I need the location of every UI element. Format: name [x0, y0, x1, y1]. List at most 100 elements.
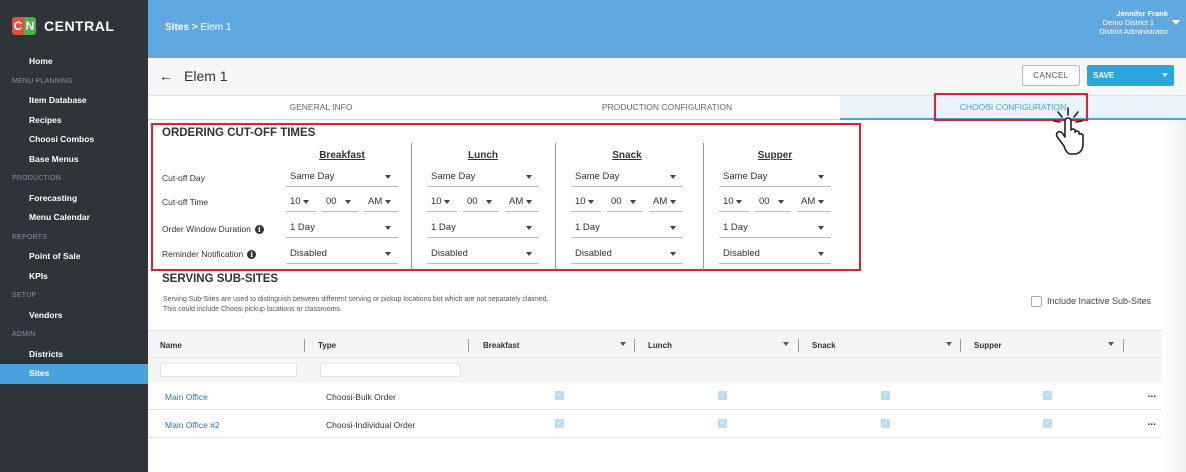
cutoff-day-select-breakfast[interactable]: Same Day	[286, 167, 398, 187]
page-header: ← Elem 1 CANCEL SAVE	[148, 58, 1186, 96]
sidebar-section-label: PRODUCTION	[12, 175, 62, 182]
cutoff-ampm-select-supper[interactable]: AM	[797, 192, 831, 212]
reminder-select-snack[interactable]: Disabled	[571, 244, 683, 264]
col-header-snack[interactable]: Snack	[812, 341, 836, 350]
sidebar-item-home[interactable]: Home	[0, 52, 148, 72]
cutoff-minute-select-supper[interactable]: 00	[755, 192, 791, 212]
subsite-name-link[interactable]: Main Office	[165, 392, 208, 402]
sidebar-item-districts[interactable]: Districts	[0, 345, 148, 365]
column-divider	[411, 143, 412, 270]
meal-checkbox[interactable]: ✓	[1043, 391, 1052, 400]
sidebar-item-vendors[interactable]: Vendors	[0, 306, 148, 326]
col-header-type[interactable]: Type	[318, 341, 336, 350]
sidebar-item-kpis[interactable]: KPIs	[0, 267, 148, 287]
sidebar-item-recipes[interactable]: Recipes	[0, 111, 148, 131]
col-header-breakfast[interactable]: Breakfast	[483, 341, 519, 350]
cutoff-day-select-supper[interactable]: Same Day	[719, 167, 831, 187]
filter-caret-icon[interactable]	[946, 342, 952, 346]
meal-checkbox[interactable]: ✓	[1043, 419, 1052, 428]
sidebar-item-point-of-sale[interactable]: Point of Sale	[0, 247, 148, 267]
col-header-lunch[interactable]: Lunch	[648, 341, 672, 350]
cutoff-day-select-snack[interactable]: Same Day	[571, 167, 683, 187]
filter-caret-icon[interactable]	[783, 342, 789, 346]
cutoff-minute-select-snack[interactable]: 00	[607, 192, 643, 212]
cutoff-minute-select-snack-value: 00	[611, 196, 622, 207]
table-row[interactable]: Main Office #2 Choosi-Individual Order ✓ ✓ ✓…	[148, 410, 1186, 438]
order-window-select-snack[interactable]: 1 Day	[571, 218, 683, 238]
type-filter-input[interactable]	[320, 363, 461, 377]
info-icon[interactable]: i	[247, 250, 257, 260]
app-logo[interactable]: C N CENTRAL	[0, 0, 148, 52]
order-window-label: Order Window Duration	[162, 224, 251, 234]
cutoff-minute-select-lunch[interactable]: 00	[463, 192, 499, 212]
col-header-name[interactable]: Name	[160, 341, 182, 350]
chevron-down-icon	[486, 200, 492, 204]
filter-caret-icon[interactable]	[1108, 342, 1114, 346]
tab-general-info[interactable]: GENERAL INFO	[148, 96, 494, 120]
page-title: Elem 1	[184, 68, 228, 84]
info-icon[interactable]: i	[254, 225, 264, 235]
row-more-menu-icon[interactable]: ...	[1148, 417, 1156, 428]
meal-checkbox[interactable]: ✓	[881, 391, 890, 400]
sidebar-item-sites[interactable]: Sites	[0, 364, 148, 384]
hand-cursor-icon	[1053, 107, 1084, 155]
chevron-down-icon	[818, 175, 824, 179]
order-window-select-breakfast[interactable]: 1 Day	[286, 218, 398, 238]
cutoff-ampm-select-breakfast[interactable]: AM	[364, 192, 398, 212]
include-inactive-label[interactable]: Include Inactive Sub-Sites	[1047, 296, 1151, 306]
order-window-select-lunch[interactable]: 1 Day	[427, 218, 539, 238]
subsite-type: Choosi-Bulk Order	[326, 392, 396, 402]
meal-checkbox[interactable]: ✓	[555, 419, 564, 428]
user-menu-caret-icon[interactable]	[1172, 20, 1180, 25]
include-inactive-checkbox[interactable]	[1031, 296, 1042, 307]
breadcrumb-sites-link[interactable]: Sites	[165, 22, 189, 33]
cutoff-hour-select-snack[interactable]: 10	[571, 192, 601, 212]
subsites-description: Serving Sub-Sites are used to distinguis…	[163, 295, 548, 315]
meal-checkbox[interactable]: ✓	[881, 419, 890, 428]
cutoff-ampm-select-snack[interactable]: AM	[649, 192, 683, 212]
user-role: District Administrator	[1099, 27, 1168, 36]
back-arrow-icon[interactable]: ←	[159, 68, 173, 84]
cutoff-ampm-select-lunch[interactable]: AM	[505, 192, 539, 212]
meal-checkbox[interactable]: ✓	[718, 419, 727, 428]
meal-header-lunch: Lunch	[468, 150, 498, 161]
subsite-name-link[interactable]: Main Office #2	[165, 420, 220, 430]
cutoff-hour-select-lunch[interactable]: 10	[427, 192, 457, 212]
cutoff-ampm-select-breakfast-value: AM	[368, 196, 383, 207]
name-filter-input[interactable]	[160, 363, 297, 377]
sidebar-item-menu-calendar[interactable]: Menu Calendar	[0, 208, 148, 228]
sidebar-item-base-menus[interactable]: Base Menus	[0, 150, 148, 170]
chevron-down-icon	[526, 175, 532, 179]
cutoff-hour-select-lunch-value: 10	[431, 196, 442, 207]
reminder-select-supper-value: Disabled	[723, 248, 760, 259]
meal-checkbox[interactable]: ✓	[555, 391, 564, 400]
cutoff-hour-select-breakfast[interactable]: 10	[286, 192, 316, 212]
cutoff-day-select-lunch[interactable]: Same Day	[427, 167, 539, 187]
meal-checkbox[interactable]: ✓	[718, 391, 727, 400]
filter-caret-icon[interactable]	[620, 342, 626, 346]
save-button[interactable]: SAVE	[1087, 65, 1174, 86]
meal-header-supper: Supper	[757, 150, 793, 161]
user-menu[interactable]: Jennifer Frank Demo District 1 District …	[1099, 9, 1168, 36]
sidebar-item-item-database[interactable]: Item Database	[0, 91, 148, 111]
reminder-select-lunch[interactable]: Disabled	[427, 244, 539, 264]
cutoff-hour-select-supper-value: 10	[723, 196, 734, 207]
row-more-menu-icon[interactable]: ...	[1148, 389, 1156, 400]
sidebar-section-label: REPORTS	[12, 233, 48, 241]
save-dropdown-caret-icon[interactable]	[1162, 73, 1168, 77]
table-row[interactable]: Main Office Choosi-Bulk Order ✓ ✓ ✓ ✓...	[148, 382, 1186, 410]
col-separator	[304, 339, 305, 352]
sidebar-item-choosi-combos[interactable]: Choosi Combos	[0, 130, 148, 150]
chevron-down-icon	[630, 200, 636, 204]
cancel-button[interactable]: CANCEL	[1022, 65, 1080, 86]
col-separator	[1123, 339, 1124, 352]
cutoff-minute-select-breakfast[interactable]: 00	[322, 192, 358, 212]
sidebar-item-forecasting[interactable]: Forecasting	[0, 189, 148, 209]
chevron-down-icon	[526, 252, 532, 256]
cutoff-hour-select-supper[interactable]: 10	[719, 192, 749, 212]
col-header-supper[interactable]: Supper	[974, 341, 1002, 350]
tab-production-configuration[interactable]: PRODUCTION CONFIGURATION	[494, 96, 840, 120]
reminder-select-breakfast[interactable]: Disabled	[286, 244, 398, 264]
order-window-select-supper[interactable]: 1 Day	[719, 218, 831, 238]
reminder-select-supper[interactable]: Disabled	[719, 244, 831, 264]
